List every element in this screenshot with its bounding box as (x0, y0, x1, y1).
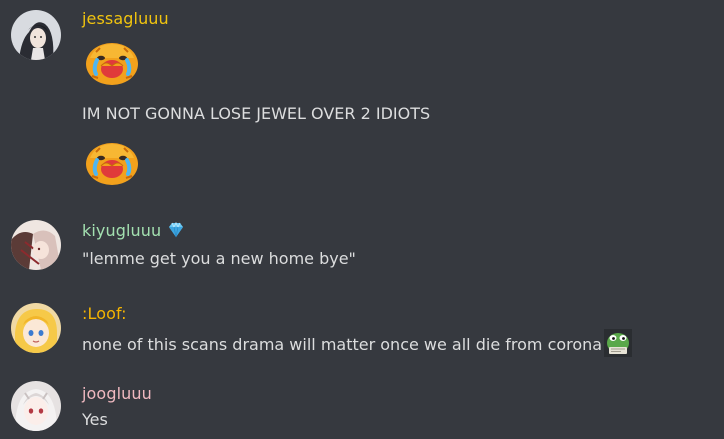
avatar-loof[interactable] (11, 303, 61, 353)
diamond-icon (167, 221, 185, 239)
avatar-kiyugluuu[interactable] (11, 220, 61, 270)
message-text-content: none of this scans drama will matter onc… (82, 335, 603, 354)
message-text: IM NOT GONNA LOSE JEWEL OVER 2 IDIOTS (82, 104, 431, 123)
message-group-loof: :Loof: none of this scans drama will mat… (0, 295, 724, 365)
username-loof[interactable]: :Loof: (82, 304, 127, 323)
frog-emoji[interactable] (604, 329, 633, 357)
avatar-joogluuu[interactable] (11, 381, 61, 431)
crying-hug-emoji[interactable] (82, 136, 140, 188)
message-text: none of this scans drama will matter onc… (82, 329, 633, 357)
message-group-kiyugluuu: kiyugluuu "lemme get you a new home bye" (0, 212, 724, 282)
message-group-joogluuu: joogluuu Yes (0, 375, 724, 439)
username-label[interactable]: kiyugluuu (82, 221, 161, 240)
username-joogluuu[interactable]: joogluuu (82, 384, 152, 403)
crying-hug-emoji[interactable] (82, 36, 140, 88)
message-group-jessagluuu: jessagluuu IM NOT GONNA LOSE JEWEL OVER … (0, 0, 724, 200)
avatar-jessagluuu[interactable] (11, 10, 61, 60)
username-kiyugluuu[interactable]: kiyugluuu (82, 221, 185, 240)
message-text: Yes (82, 410, 108, 429)
username-jessagluuu[interactable]: jessagluuu (82, 9, 169, 28)
message-text: "lemme get you a new home bye" (82, 249, 356, 268)
